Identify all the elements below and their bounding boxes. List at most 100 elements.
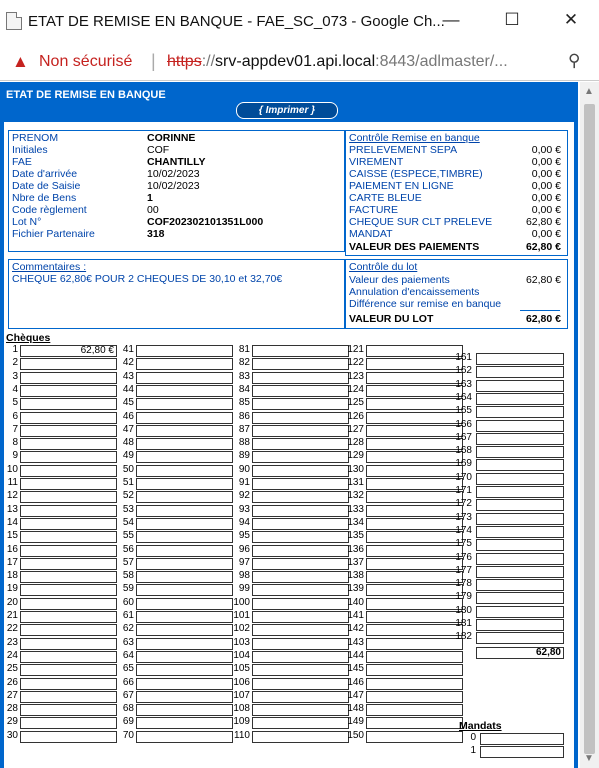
cheque-amount-input[interactable]	[366, 611, 463, 623]
cheque-amount-input[interactable]	[136, 571, 233, 584]
cheque-amount-input[interactable]	[366, 597, 463, 610]
cheque-amount-input[interactable]	[20, 438, 117, 451]
mandat-amount-input[interactable]	[480, 746, 564, 759]
cheque-amount-input[interactable]	[136, 704, 233, 717]
cheque-amount-input[interactable]	[136, 371, 233, 384]
cheque-amount-input[interactable]	[476, 552, 564, 565]
cheque-amount-input[interactable]	[252, 730, 349, 743]
cheque-amount-input[interactable]	[252, 424, 349, 437]
cheque-amount-input[interactable]	[136, 597, 233, 610]
cheque-amount-input[interactable]	[476, 539, 564, 552]
cheque-amount-input[interactable]	[476, 525, 564, 538]
cheque-amount-input[interactable]	[366, 531, 463, 544]
cheque-amount-input[interactable]	[366, 371, 463, 384]
cheque-amount-input[interactable]	[136, 384, 233, 397]
cheque-amount-input[interactable]	[366, 717, 463, 730]
cheque-amount-input[interactable]	[136, 677, 233, 690]
cheque-amount-input[interactable]	[136, 531, 233, 544]
cheque-amount-input[interactable]	[476, 406, 564, 419]
cheque-amount-input[interactable]	[136, 730, 233, 743]
cheque-amount-input[interactable]	[136, 717, 233, 730]
cheque-amount-input[interactable]	[136, 358, 233, 371]
cheque-amount-input[interactable]	[366, 557, 463, 570]
cheque-amount-input[interactable]	[476, 432, 564, 445]
cheque-amount-input[interactable]	[252, 345, 349, 357]
url-field[interactable]: https://srv-appdev01.api.local:8443/adlm…	[167, 53, 557, 71]
cheque-amount-input[interactable]	[20, 491, 117, 504]
cheque-amount-input[interactable]	[366, 345, 463, 357]
cheque-amount-input[interactable]	[476, 446, 564, 459]
cheque-amount-input[interactable]	[136, 584, 233, 597]
cheque-amount-input[interactable]	[20, 504, 117, 517]
cheque-amount-input[interactable]	[252, 571, 349, 584]
cheque-amount-input[interactable]	[366, 677, 463, 690]
cheque-amount-input[interactable]	[252, 451, 349, 464]
cheque-amount-input[interactable]	[20, 517, 117, 530]
cheque-amount-input[interactable]	[136, 517, 233, 530]
cheque-amount-input[interactable]	[20, 557, 117, 570]
cheque-amount-input[interactable]	[366, 384, 463, 397]
cheque-amount-input[interactable]	[366, 438, 463, 451]
cheque-amount-input[interactable]	[366, 504, 463, 517]
cheque-amount-input[interactable]	[136, 451, 233, 464]
cheque-amount-input[interactable]	[366, 730, 463, 743]
scroll-down-icon[interactable]: ▼	[584, 753, 594, 764]
cheque-amount-input[interactable]	[366, 411, 463, 424]
cheque-amount-input[interactable]	[252, 597, 349, 610]
cheque-amount-input[interactable]	[366, 424, 463, 437]
cheque-amount-input[interactable]	[20, 424, 117, 437]
cheque-amount-input[interactable]	[476, 512, 564, 525]
close-button[interactable]: ✕	[556, 10, 586, 30]
cheque-amount-input[interactable]	[476, 619, 564, 631]
cheque-amount-input[interactable]	[366, 664, 463, 677]
cheque-amount-input[interactable]	[476, 579, 564, 592]
cheque-amount-input[interactable]	[20, 664, 117, 677]
cheque-amount-input[interactable]	[476, 632, 564, 645]
cheque-amount-input[interactable]	[252, 677, 349, 690]
cheque-amount-input[interactable]	[20, 358, 117, 371]
cheque-amount-input[interactable]	[252, 411, 349, 424]
cheque-amount-input[interactable]	[20, 624, 117, 637]
cheque-amount-input[interactable]	[20, 704, 117, 717]
cheque-amount-input[interactable]	[136, 398, 233, 411]
cheque-amount-input[interactable]	[366, 544, 463, 557]
cheque-amount-input[interactable]	[476, 419, 564, 432]
cheque-amount-input[interactable]	[252, 611, 349, 623]
cheque-amount-input[interactable]	[366, 491, 463, 504]
cheque-amount-input[interactable]	[20, 650, 117, 663]
cheque-amount-input[interactable]	[252, 384, 349, 397]
cheque-amount-input[interactable]	[366, 478, 463, 490]
cheque-amount-input[interactable]	[476, 392, 564, 405]
cheque-amount-input[interactable]	[136, 650, 233, 663]
cheque-amount-input[interactable]	[252, 650, 349, 663]
cheque-amount-input[interactable]	[136, 637, 233, 650]
print-button[interactable]: { Imprimer }	[236, 102, 338, 119]
cheque-amount-input[interactable]	[136, 478, 233, 490]
cheque-amount-input[interactable]	[252, 664, 349, 677]
cheque-amount-input[interactable]	[366, 690, 463, 703]
cheque-amount-input[interactable]	[20, 571, 117, 584]
cheque-amount-input[interactable]	[20, 677, 117, 690]
cheque-amount-input[interactable]	[366, 517, 463, 530]
cheque-amount-input[interactable]	[252, 557, 349, 570]
cheque-amount-input[interactable]	[476, 353, 564, 365]
cheque-amount-input[interactable]	[20, 597, 117, 610]
cheque-amount-input[interactable]: 62,80 €	[20, 345, 117, 357]
cheque-amount-input[interactable]	[252, 717, 349, 730]
cheque-amount-input[interactable]	[20, 464, 117, 477]
cheque-amount-input[interactable]	[136, 544, 233, 557]
mandat-amount-input[interactable]	[480, 733, 564, 745]
cheque-amount-input[interactable]	[366, 358, 463, 371]
cheque-amount-input[interactable]	[20, 544, 117, 557]
cheque-amount-input[interactable]	[136, 690, 233, 703]
cheque-amount-input[interactable]	[366, 637, 463, 650]
cheque-amount-input[interactable]	[476, 459, 564, 472]
cheque-amount-input[interactable]	[252, 517, 349, 530]
cheque-amount-input[interactable]	[20, 478, 117, 490]
cheque-amount-input[interactable]	[476, 592, 564, 605]
cheque-amount-input[interactable]	[366, 398, 463, 411]
cheque-amount-input[interactable]	[252, 544, 349, 557]
cheque-amount-input[interactable]	[20, 411, 117, 424]
cheque-amount-input[interactable]	[252, 637, 349, 650]
cheque-amount-input[interactable]	[252, 464, 349, 477]
